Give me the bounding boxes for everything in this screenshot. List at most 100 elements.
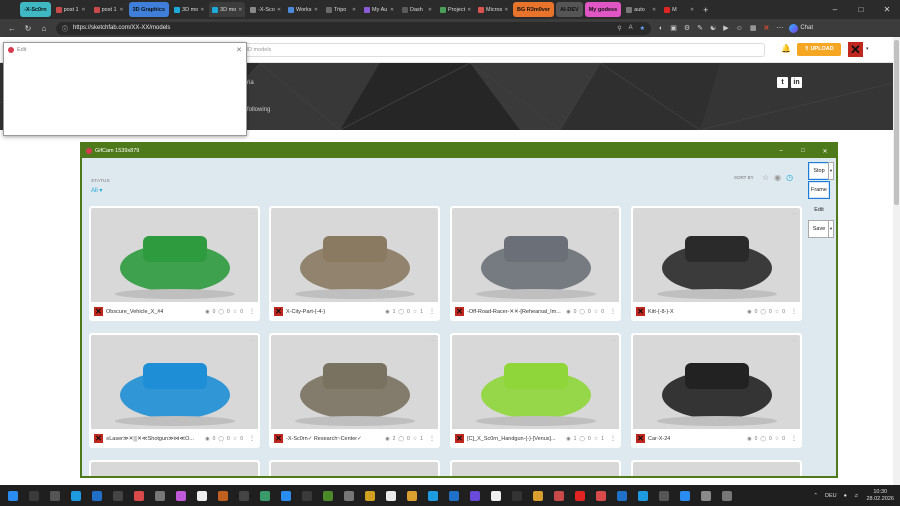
edit-window-title-bar[interactable]: Edit ✕: [4, 43, 246, 57]
tab-close-icon[interactable]: ✕: [238, 7, 242, 13]
taskbar-app-icon[interactable]: [323, 490, 333, 501]
profile-x-icon[interactable]: ✕: [763, 24, 769, 32]
browser-tab-10[interactable]: Dash ✕: [399, 2, 435, 17]
taskbar-app-icon[interactable]: [407, 490, 417, 501]
tab-close-icon[interactable]: ✕: [652, 7, 656, 13]
taskbar-app-icon[interactable]: [92, 490, 102, 501]
read-aloud-icon[interactable]: A: [629, 25, 633, 32]
tab-group-3[interactable]: 3D Graphics: [128, 2, 170, 17]
back-icon[interactable]: ←: [4, 24, 20, 33]
gifcam-stop-button[interactable]: Stop: [808, 162, 830, 180]
tab-close-icon[interactable]: ✕: [314, 7, 318, 13]
close-icon[interactable]: ✕: [236, 46, 242, 54]
tab-close-icon[interactable]: ✕: [690, 7, 694, 13]
browser-tab-6[interactable]: -X-Sco ✕: [247, 2, 283, 17]
taskbar-app-icon[interactable]: [617, 490, 627, 501]
taskbar-app-icon[interactable]: [260, 490, 270, 501]
volume-icon[interactable]: ♬: [854, 493, 860, 499]
extension-icon[interactable]: ◐: [659, 25, 663, 32]
bell-icon[interactable]: 🔔: [781, 44, 791, 53]
minimize-icon[interactable]: –: [822, 0, 848, 19]
close-window-icon[interactable]: ✕: [874, 0, 900, 19]
start-icon[interactable]: [8, 490, 18, 501]
twitter-icon[interactable]: t: [777, 77, 788, 88]
gifcam-title-bar[interactable]: GifCam 1539x879 – □ ✕: [82, 144, 836, 158]
tab-group-0[interactable]: -X-Sc0rn: [20, 2, 51, 17]
tab-close-icon[interactable]: ✕: [119, 7, 123, 13]
extension-icon[interactable]: ▣: [670, 24, 677, 32]
browser-tab-4[interactable]: 3D mo ✕: [171, 2, 207, 17]
extension-icon[interactable]: ⚙: [684, 24, 690, 32]
stop-dropdown-icon[interactable]: ▼: [828, 162, 834, 180]
page-scrollbar[interactable]: [893, 37, 900, 485]
upload-button[interactable]: ⇧ UPLOAD: [797, 43, 841, 56]
home-icon[interactable]: ⌂: [36, 24, 52, 33]
chevron-down-icon[interactable]: ▾: [866, 46, 869, 52]
reload-icon[interactable]: ↻: [20, 24, 36, 33]
tab-close-icon[interactable]: ✕: [467, 7, 471, 13]
avatar[interactable]: ✕: [848, 42, 863, 57]
taskbar-app-icon[interactable]: [701, 490, 711, 501]
taskbar-app-icon[interactable]: [281, 490, 291, 501]
zoom-icon[interactable]: ⚲: [617, 25, 621, 32]
taskbar-app-icon[interactable]: [680, 490, 690, 501]
new-tab-button[interactable]: +: [703, 5, 708, 15]
extension-icon[interactable]: ☺: [736, 25, 743, 32]
taskbar-app-icon[interactable]: [113, 490, 123, 501]
taskbar-app-icon[interactable]: [659, 490, 669, 501]
site-info-icon[interactable]: ⓘ: [62, 24, 68, 33]
taskbar-app-icon[interactable]: [365, 490, 375, 501]
taskbar-app-icon[interactable]: [155, 490, 165, 501]
save-dropdown-icon[interactable]: ▼: [828, 220, 834, 238]
favorite-star-icon[interactable]: ★: [640, 25, 645, 32]
browser-tab-8[interactable]: Tripo ✕: [323, 2, 359, 17]
browser-tab-2[interactable]: post 1 ✕: [91, 2, 127, 17]
browser-tab-16[interactable]: auto ✕: [623, 2, 659, 17]
taskbar-app-icon[interactable]: [134, 490, 144, 501]
tray-chevron-icon[interactable]: ⌃: [813, 493, 818, 499]
tab-group-14[interactable]: AI-DEV: [556, 2, 583, 17]
browser-tab-11[interactable]: Project ✕: [437, 2, 473, 17]
gifcam-edit-button[interactable]: Edit: [808, 201, 830, 219]
browser-tab-7[interactable]: Works ✕: [285, 2, 321, 17]
taskbar-app-icon[interactable]: [386, 490, 396, 501]
keyboard-language[interactable]: DEU: [825, 493, 837, 499]
network-icon[interactable]: ●: [844, 493, 847, 499]
gifcam-frame-button[interactable]: Frame: [808, 181, 830, 199]
gifcam-save-button[interactable]: Save: [808, 220, 830, 238]
taskbar-app-icon[interactable]: [512, 490, 522, 501]
browser-tab-1[interactable]: post 1 ✕: [53, 2, 89, 17]
linkedin-icon[interactable]: in: [791, 77, 802, 88]
banner-following-fragment[interactable]: following: [247, 107, 270, 113]
tab-close-icon[interactable]: ✕: [352, 7, 356, 13]
tab-close-icon[interactable]: ✕: [81, 7, 85, 13]
taskbar-app-icon[interactable]: [428, 490, 438, 501]
extension-icon[interactable]: ✎: [697, 24, 703, 32]
tab-group-15[interactable]: My godess: [584, 2, 622, 17]
taskbar-app-icon[interactable]: [449, 490, 459, 501]
url-field[interactable]: ⓘ https://sketchfab.com/XX-XX/models ⚲ A…: [56, 21, 651, 35]
tab-close-icon[interactable]: ✕: [504, 7, 508, 13]
extension-icon[interactable]: ▶: [723, 24, 728, 32]
taskbar-app-icon[interactable]: [344, 490, 354, 501]
taskbar-app-icon[interactable]: [596, 490, 606, 501]
taskbar-app-icon[interactable]: [302, 490, 312, 501]
browser-tab-9[interactable]: My Au ✕: [361, 2, 397, 17]
tab-group-13[interactable]: BG R3m0ver: [513, 2, 555, 17]
taskbar-app-icon[interactable]: [197, 490, 207, 501]
taskbar-app-icon[interactable]: [722, 490, 732, 501]
taskbar-app-icon[interactable]: [638, 490, 648, 501]
maximize-icon[interactable]: □: [848, 0, 874, 19]
taskbar-app-icon[interactable]: [554, 490, 564, 501]
taskbar-app-icon[interactable]: [71, 490, 81, 501]
taskbar-app-icon[interactable]: [176, 490, 186, 501]
tab-close-icon[interactable]: ✕: [200, 7, 204, 13]
taskbar-app-icon[interactable]: [50, 490, 60, 501]
taskbar-app-icon[interactable]: [575, 490, 585, 501]
taskbar-app-icon[interactable]: [239, 490, 249, 501]
more-menu-icon[interactable]: ⋯: [776, 24, 783, 32]
minimize-icon[interactable]: –: [770, 148, 792, 155]
taskbar-app-icon[interactable]: [470, 490, 480, 501]
browser-tab-12[interactable]: Micros ✕: [475, 2, 511, 17]
maximize-icon[interactable]: □: [792, 148, 814, 155]
